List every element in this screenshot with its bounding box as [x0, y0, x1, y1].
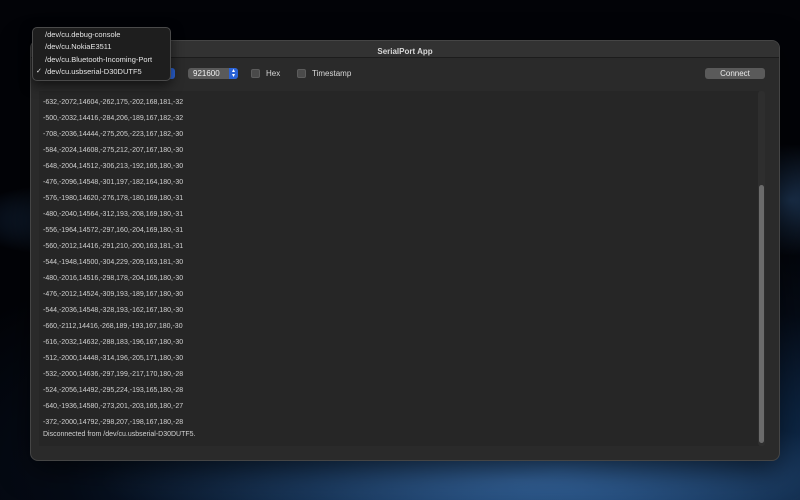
log-line: -544,-2036,14548,-328,193,-162,167,180,-…	[43, 307, 184, 314]
menu-item-label: /dev/cu.debug-console	[45, 30, 121, 39]
log-line: -524,-2056,14492,-295,224,-193,165,180,-…	[43, 387, 184, 394]
log-line: -476,-2012,14524,-309,193,-189,167,180,-…	[43, 291, 184, 298]
log-line: -480,-2040,14564,-312,193,-208,169,180,-…	[43, 211, 184, 218]
log-line: -640,-1936,14580,-273,201,-203,165,180,-…	[43, 403, 184, 410]
menu-item-label: /dev/cu.NokiaE3511	[45, 42, 112, 51]
log-line: -532,-2000,14636,-297,199,-217,170,180,-…	[43, 371, 184, 378]
log-line: -616,-2032,14632,-288,183,-196,167,180,-…	[43, 339, 184, 346]
chevron-updown-icon: ▴ ▾	[229, 68, 238, 79]
timestamp-checkbox[interactable]: Timestamp	[297, 68, 351, 79]
log-line: -480,-2016,14516,-298,178,-204,165,180,-…	[43, 275, 184, 282]
log-line: -500,-2032,14416,-284,206,-189,167,182,-…	[43, 115, 184, 122]
menu-item-nokia[interactable]: /dev/cu.NokiaE3511	[33, 41, 170, 53]
status-message: Disconnected from /dev/cu.usbserial-D30D…	[43, 431, 196, 438]
menu-item-usbserial[interactable]: ✓ /dev/cu.usbserial-D30DUTF5	[33, 66, 170, 78]
log-line: -632,-2072,14604,-262,175,-202,168,181,-…	[43, 99, 184, 106]
log-line: -556,-1964,14572,-297,160,-204,169,180,-…	[43, 227, 184, 234]
serialport-app-window: SerialPort App 921600 ▴ ▾ Hex Timestamp C…	[30, 40, 780, 461]
hex-label: Hex	[266, 69, 281, 78]
hex-checkbox[interactable]: Hex	[251, 68, 280, 79]
menu-item-debug-console[interactable]: /dev/cu.debug-console	[33, 29, 170, 41]
log-line: -576,-1980,14620,-276,178,-180,169,180,-…	[43, 195, 184, 202]
baud-rate-value: 921600	[193, 69, 220, 78]
menu-item-label: /dev/cu.usbserial-D30DUTF5	[45, 67, 142, 76]
scrollbar-thumb[interactable]	[759, 185, 764, 443]
connect-button[interactable]: Connect	[705, 68, 765, 79]
log-line: -708,-2036,14444,-275,205,-223,167,182,-…	[43, 131, 184, 138]
port-dropdown-menu: /dev/cu.debug-console /dev/cu.NokiaE3511…	[32, 27, 171, 81]
log-line: -544,-1948,14500,-304,229,-209,163,181,-…	[43, 259, 184, 266]
menu-item-bluetooth-incoming[interactable]: /dev/cu.Bluetooth-Incoming-Port	[33, 54, 170, 66]
console-output[interactable]: -632,-2072,14604,-262,175,-202,168,181,-…	[39, 91, 759, 446]
checkbox-box[interactable]	[297, 69, 306, 79]
log-line: -648,-2004,14512,-306,213,-192,165,180,-…	[43, 163, 184, 170]
log-line: -660,-2112,14416,-268,189,-193,167,180,-…	[43, 323, 183, 330]
checkbox-box[interactable]	[251, 69, 260, 79]
console-scrollbar[interactable]	[758, 91, 765, 446]
checkmark-icon: ✓	[36, 68, 42, 75]
log-line: -372,-2000,14792,-298,207,-198,167,180,-…	[43, 419, 184, 426]
baud-rate-select[interactable]: 921600 ▴ ▾	[188, 68, 238, 79]
log-line: -476,-2096,14548,-301,197,-182,164,180,-…	[43, 179, 184, 186]
log-line: -584,-2024,14608,-275,212,-207,167,180,-…	[43, 147, 184, 154]
menu-item-label: /dev/cu.Bluetooth-Incoming-Port	[45, 55, 153, 64]
log-line: -512,-2000,14448,-314,196,-205,171,180,-…	[43, 355, 184, 362]
timestamp-label: Timestamp	[312, 69, 352, 78]
log-line: -560,-2012,14416,-291,210,-200,163,181,-…	[43, 243, 184, 250]
